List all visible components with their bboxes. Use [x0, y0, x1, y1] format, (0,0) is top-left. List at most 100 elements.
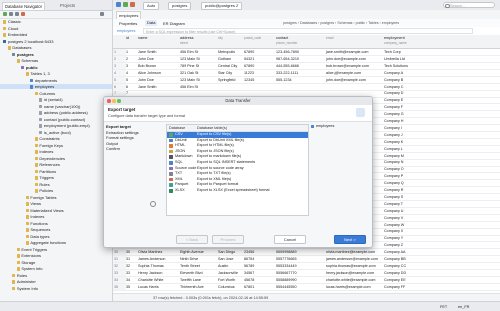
table-cell[interactable]: 555-1234: [275, 77, 326, 83]
filter-icon[interactable]: [100, 12, 104, 16]
table-cell[interactable]: Twelfth Lane: [179, 277, 218, 283]
close-window-icon[interactable]: [107, 99, 111, 103]
wizard-step[interactable]: Extraction settings: [106, 130, 139, 135]
table-cell[interactable]: Company Q: [383, 180, 454, 186]
table-cell[interactable]: Company D: [383, 90, 454, 96]
table-cell[interactable]: Company M: [383, 153, 454, 159]
table-cell[interactable]: 321 Oak St: [179, 70, 218, 76]
table-cell[interactable]: Company BB: [383, 256, 454, 262]
table-cell[interactable]: Columbus: [217, 284, 244, 290]
table-cell[interactable]: Company Z: [383, 242, 454, 248]
table-cell[interactable]: 54321: [243, 56, 276, 62]
table-cell[interactable]: [217, 84, 244, 90]
breadcrumb-item[interactable]: public: [356, 21, 365, 25]
wizard-step[interactable]: Output: [106, 141, 118, 146]
table-cell[interactable]: Tech Corp: [383, 49, 454, 55]
sql-editor-icon[interactable]: [116, 2, 121, 7]
table-cell[interactable]: [275, 84, 326, 90]
table-cell[interactable]: john.doe@example.com: [325, 77, 384, 83]
proceed-button[interactable]: Proceed: [212, 235, 244, 244]
table-cell[interactable]: 86754: [243, 256, 276, 262]
tree-node[interactable]: employees: [0, 84, 112, 90]
tab-employees[interactable]: employees: [116, 11, 142, 19]
table-cell[interactable]: Company CC: [383, 263, 454, 269]
tree-node[interactable]: Dependencies: [0, 156, 112, 161]
table-cell[interactable]: Company A: [383, 70, 454, 76]
tree-node[interactable]: Embedded: [0, 32, 112, 37]
breadcrumb-item[interactable]: Schemas: [337, 21, 352, 25]
tree-node[interactable]: Indexes: [0, 149, 112, 154]
table-cell[interactable]: Jane Smith: [137, 49, 180, 55]
table-row[interactable]: 35 35 Lucas Harris Thirteenth Ave Columbus 67…: [113, 283, 500, 291]
table-cell[interactable]: 456 Elm St: [179, 49, 218, 55]
table-cell[interactable]: John Doe: [137, 77, 180, 83]
disconnect-icon[interactable]: [21, 12, 25, 16]
table-cell[interactable]: 23456: [243, 249, 276, 255]
table-cell[interactable]: 5558889990: [275, 277, 326, 283]
table-cell[interactable]: lucas.harris@example.com: [325, 284, 384, 290]
tree-node[interactable]: Storage: [0, 260, 112, 265]
table-cell[interactable]: Company N: [383, 159, 454, 165]
table-cell[interactable]: Eleventh Blvd: [179, 270, 218, 276]
tree-node[interactable]: id (serial4): [0, 97, 112, 102]
table-cell[interactable]: Company AA: [383, 249, 454, 255]
tab-er-diagram[interactable]: ER Diagram: [163, 21, 185, 26]
table-cell[interactable]: Company L: [383, 146, 454, 152]
table-cell[interactable]: Company G: [383, 111, 454, 117]
table-cell[interactable]: Austin: [217, 263, 244, 269]
table-cell[interactable]: Fort Worth: [217, 277, 244, 283]
table-cell[interactable]: Company J: [383, 132, 454, 138]
breadcrumb-item[interactable]: Tables: [368, 21, 378, 25]
table-cell[interactable]: 12345: [243, 77, 276, 83]
tab-database-navigator[interactable]: Database Navigator: [2, 2, 46, 10]
table-cell[interactable]: Henry Jackson: [137, 270, 180, 276]
table-cell[interactable]: 56789: [243, 263, 276, 269]
table-cell[interactable]: 11223: [243, 70, 276, 76]
table-cell[interactable]: 123 Main St: [179, 77, 218, 83]
column-header[interactable]: employment company_name: [384, 36, 407, 46]
table-cell[interactable]: Company C: [383, 84, 454, 90]
breadcrumb-item[interactable]: employees: [382, 21, 399, 25]
table-cell[interactable]: Umbrella Ltd: [383, 56, 454, 62]
table-cell[interactable]: Gotham: [217, 56, 244, 62]
table-cell[interactable]: 123-456-7890: [275, 49, 326, 55]
table-cell[interactable]: Star City: [217, 70, 244, 76]
tree-node[interactable]: Aggregate functions: [0, 240, 112, 245]
breadcrumb-item[interactable]: postgres: [283, 21, 297, 25]
tree-node[interactable]: public: [0, 65, 112, 70]
table-cell[interactable]: olivia.martinez@example.com: [325, 249, 384, 255]
tree-node[interactable]: employment (public.empl): [0, 123, 112, 128]
table-cell[interactable]: 67890: [243, 49, 276, 55]
commit-icon[interactable]: [123, 2, 128, 7]
table-cell[interactable]: 789 Pine St: [179, 63, 218, 69]
column-header[interactable]: address street: [180, 36, 194, 46]
table-cell[interactable]: [243, 84, 276, 90]
column-header[interactable]: name: [138, 36, 148, 41]
table-cell[interactable]: charlotte.white@example.com: [325, 277, 384, 283]
table-cell[interactable]: Company R: [383, 187, 454, 193]
table-cell[interactable]: San Jose: [217, 256, 244, 262]
tree-node[interactable]: Triggers: [0, 175, 112, 180]
table-cell[interactable]: james.anderson@example.com: [325, 256, 384, 262]
table-cell[interactable]: Company EE: [383, 277, 454, 283]
table-cell[interactable]: Thirteenth Ave: [179, 284, 218, 290]
tree-node[interactable]: Rules: [0, 182, 112, 187]
tree-node[interactable]: System Info: [0, 286, 112, 291]
breadcrumb-item[interactable]: postgres: [320, 21, 334, 25]
table-cell[interactable]: [325, 84, 384, 90]
tree-node[interactable]: Indexes: [0, 214, 112, 219]
tree-node[interactable]: Foreign Keys: [0, 143, 112, 148]
active-schema-chip[interactable]: public@postgres 2: [201, 2, 243, 10]
help-icon[interactable]: [150, 201, 156, 207]
table-cell[interactable]: John Doe: [137, 56, 180, 62]
column-header[interactable]: email: [326, 36, 334, 41]
table-cell[interactable]: 34567: [243, 270, 276, 276]
table-cell[interactable]: Company T: [383, 201, 454, 207]
tab-data[interactable]: Data: [145, 20, 158, 26]
table-cell[interactable]: Company DD: [383, 270, 454, 276]
column-header[interactable]: city: [218, 36, 223, 41]
tab-projects[interactable]: Projects: [58, 2, 77, 9]
table-cell[interactable]: Company U: [383, 208, 454, 214]
table-cell[interactable]: 5559998889: [275, 249, 326, 255]
wizard-step[interactable]: Export target: [106, 124, 131, 129]
